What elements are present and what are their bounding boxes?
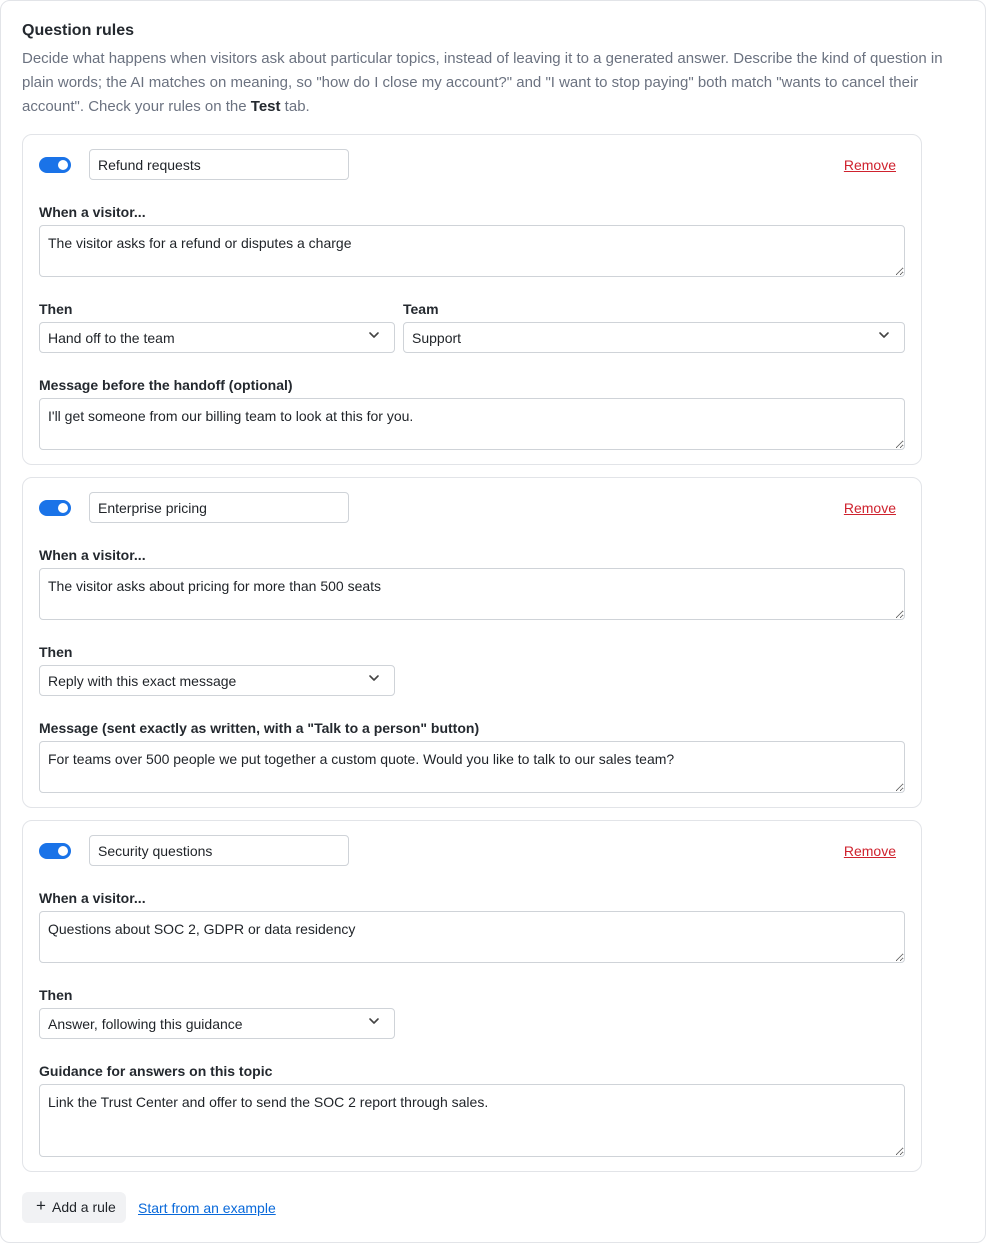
when-label: When a visitor... <box>39 890 146 906</box>
rule-name-input[interactable] <box>89 492 349 523</box>
when-textarea[interactable]: Questions about SOC 2, GDPR or data resi… <box>39 911 905 963</box>
when-textarea[interactable]: The visitor asks for a refund or dispute… <box>39 225 905 277</box>
remove-rule-link[interactable]: Remove <box>844 843 896 859</box>
guidance-label: Guidance for answers on this topic <box>39 1063 273 1079</box>
then-select[interactable]: Hand off to the team <box>39 322 395 353</box>
toggle-knob <box>58 846 68 856</box>
when-label: When a visitor... <box>39 547 146 563</box>
rule-enabled-toggle[interactable] <box>39 843 71 859</box>
then-label: Then <box>39 987 73 1003</box>
rule-card-refund: Remove When a visitor... The visitor ask… <box>22 134 922 465</box>
rule-name-input[interactable] <box>89 149 349 180</box>
add-rule-label: Add a rule <box>52 1199 116 1215</box>
when-textarea[interactable]: The visitor asks about pricing for more … <box>39 568 905 620</box>
remove-rule-link[interactable]: Remove <box>844 500 896 516</box>
then-select-value: Reply with this exact message <box>48 673 237 689</box>
section-description: Decide what happens when visitors ask ab… <box>22 50 943 115</box>
test-tab-reference: Test <box>250 98 281 115</box>
plus-icon: + <box>36 1196 46 1215</box>
rule-card-security: Remove When a visitor... Questions about… <box>22 820 922 1172</box>
then-label: Then <box>39 301 73 317</box>
remove-rule-link[interactable]: Remove <box>844 157 896 173</box>
message-textarea[interactable]: I'll get someone from our billing team t… <box>39 398 905 450</box>
rule-enabled-toggle[interactable] <box>39 157 71 173</box>
rule-enabled-toggle[interactable] <box>39 500 71 516</box>
question-rules-panel: Question rules Decide what happens when … <box>0 0 986 1243</box>
guidance-textarea[interactable]: Link the Trust Center and offer to send … <box>39 1084 905 1157</box>
team-select-value: Support <box>412 330 462 346</box>
then-select-value: Answer, following this guidance <box>48 1016 243 1032</box>
chevron-down-icon <box>369 675 379 681</box>
then-select[interactable]: Reply with this exact message <box>39 665 395 696</box>
section-title: Question rules <box>22 22 135 39</box>
start-from-example-link[interactable]: Start from an example <box>138 1200 276 1216</box>
chevron-down-icon <box>369 1018 379 1024</box>
add-rule-button[interactable]: + Add a rule <box>22 1192 126 1223</box>
rule-card-enterprise: Remove When a visitor... The visitor ask… <box>22 477 922 808</box>
toggle-knob <box>58 160 68 170</box>
rule-name-input[interactable] <box>89 835 349 866</box>
then-select-value: Hand off to the team <box>48 330 175 346</box>
team-label: Team <box>403 301 439 317</box>
message-label: Message before the handoff (optional) <box>39 377 293 393</box>
toggle-knob <box>58 503 68 513</box>
when-label: When a visitor... <box>39 204 146 220</box>
message-label: Message (sent exactly as written, with a… <box>39 720 480 736</box>
chevron-down-icon <box>879 332 889 338</box>
team-select[interactable]: Support <box>403 322 905 353</box>
then-label: Then <box>39 644 73 660</box>
then-select[interactable]: Answer, following this guidance <box>39 1008 395 1039</box>
chevron-down-icon <box>369 332 379 338</box>
message-textarea[interactable]: For teams over 500 people we put togethe… <box>39 741 905 793</box>
